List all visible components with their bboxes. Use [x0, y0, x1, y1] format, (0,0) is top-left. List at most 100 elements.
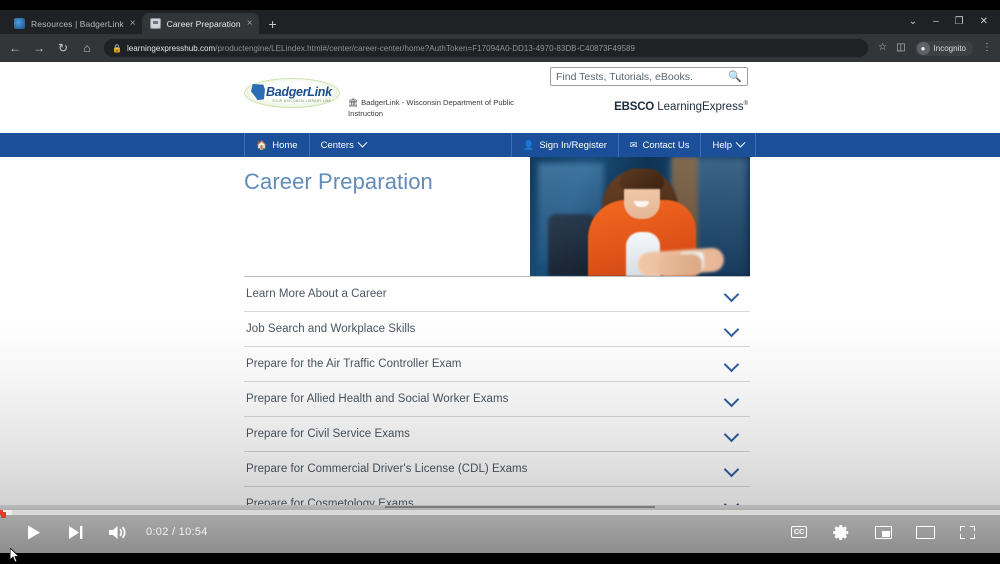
gear-icon [832, 524, 848, 540]
player-left-controls: 0:02 / 10:54 [12, 519, 208, 545]
new-tab-button[interactable]: + [265, 17, 281, 31]
theater-mode-button[interactable] [904, 519, 946, 545]
video-scrubber-handle[interactable] [1, 512, 6, 518]
volume-icon [108, 525, 125, 539]
nav-item-centers[interactable]: Centers [308, 133, 377, 157]
window-controls: ⌄ – ❐ ✕ [909, 10, 1000, 34]
video-frame: Resources | BadgerLink × Career Preparat… [0, 0, 1000, 564]
ebsco-learningexpress-brand: EBSCO LearningExpress® [614, 101, 748, 113]
nav-item-home[interactable]: 🏠 Home [244, 133, 309, 157]
bookmark-star-icon[interactable]: ☆ [878, 43, 887, 53]
reload-icon[interactable]: ↻ [56, 42, 70, 54]
chevron-down-icon[interactable] [725, 357, 740, 372]
theater-mode-icon [915, 525, 935, 539]
browser-tab-strip: Resources | BadgerLink × Career Preparat… [0, 10, 1000, 34]
address-bar-url: learningexpresshub.com/productengine/LEL… [127, 44, 635, 53]
affiliate-label: BadgerLink - Wisconsin Department of Pub… [348, 98, 514, 118]
cc-icon: CC [790, 525, 808, 539]
accordion-label: Prepare for Commercial Driver's License … [246, 463, 528, 475]
accordion-label: Prepare for the Air Traffic Controller E… [246, 358, 462, 370]
accordion-label: Job Search and Workplace Skills [246, 323, 416, 335]
accordion-item-job-search-and-workplace-skills[interactable]: Job Search and Workplace Skills [244, 311, 750, 346]
mouse-cursor [9, 546, 21, 564]
chevron-down-icon[interactable] [725, 287, 740, 302]
home-icon: 🏠 [256, 139, 268, 150]
nav-item-label: Centers [320, 139, 354, 151]
browser-toolbar: ← → ↻ ⌂ 🔒 learningexpresshub.com/product… [0, 34, 1000, 62]
chevron-down-icon[interactable] [725, 427, 740, 442]
site-header: BadgerLink YOUR WISCONSIN LIBRARY LINK 🏛… [0, 62, 1000, 133]
miniplayer-button[interactable] [862, 519, 904, 545]
search-placeholder: Find Tests, Tutorials, eBooks. [556, 70, 693, 83]
hero-person-hair-front [620, 169, 664, 189]
institution-icon: 🏛 [348, 98, 359, 107]
url-path: /productengine/LELindex.html#/center/car… [215, 43, 636, 53]
lock-icon: 🔒 [112, 43, 122, 53]
video-player-controls: 0:02 / 10:54 CC [0, 505, 1000, 553]
nav-item-contact-us[interactable]: ✉ Contact Us [617, 133, 701, 157]
maximize-icon[interactable]: ❐ [955, 17, 964, 27]
back-icon[interactable]: ← [8, 42, 22, 54]
chevron-down-icon[interactable] [725, 392, 740, 407]
accordion-item-learn-more-about-a-career[interactable]: Learn More About a Career [244, 276, 750, 311]
avatar: ● [916, 41, 930, 55]
side-panel-icon[interactable]: ◫ [896, 43, 905, 53]
next-icon [68, 525, 82, 539]
nav-item-sign-in-register[interactable]: 👤 Sign In/Register [511, 133, 618, 157]
nav-item-label: Sign In/Register [539, 139, 607, 151]
home-icon[interactable]: ⌂ [80, 42, 94, 54]
video-progress-bar[interactable] [0, 510, 1000, 518]
accordion-label: Prepare for Allied Health and Social Wor… [246, 393, 509, 405]
accordion-item-allied-health-and-social-worker-exams[interactable]: Prepare for Allied Health and Social Wor… [244, 381, 750, 416]
logo-text: BadgerLink [266, 85, 332, 99]
play-button[interactable] [12, 519, 54, 545]
tab-close-icon[interactable]: × [247, 18, 253, 29]
badgerlink-logo[interactable]: BadgerLink YOUR WISCONSIN LIBRARY LINK [244, 78, 340, 108]
forward-icon[interactable]: → [32, 42, 46, 54]
play-icon [27, 525, 40, 539]
brand-learningexpress: LearningExpress [657, 101, 744, 113]
accordion-item-cdl-exams[interactable]: Prepare for Commercial Driver's License … [244, 451, 750, 486]
browser-menu-icon[interactable]: ⋮ [982, 43, 992, 53]
nav-item-label: Contact Us [642, 139, 690, 151]
toolbar-right-group: ☆ ◫ ● Incognito ⋮ [878, 40, 992, 56]
close-window-icon[interactable]: ✕ [980, 17, 988, 27]
brand-ebsco: EBSCO [614, 101, 655, 113]
chevron-down-icon[interactable] [725, 462, 740, 477]
browser-tab-resources-badgerlink[interactable]: Resources | BadgerLink × [6, 13, 142, 34]
hero-handshake [658, 254, 702, 276]
address-bar[interactable]: 🔒 learningexpresshub.com/productengine/L… [104, 39, 869, 57]
accordion-item-civil-service-exams[interactable]: Prepare for Civil Service Exams [244, 416, 750, 451]
chevron-down-icon [735, 137, 746, 148]
registered-mark: ® [743, 101, 748, 108]
settings-button[interactable] [820, 519, 862, 545]
tab-close-icon[interactable]: × [130, 18, 136, 29]
affiliate-text: 🏛 BadgerLink - Wisconsin Department of Pu… [348, 98, 548, 119]
page-title: Career Preparation [244, 169, 433, 194]
accordion-item-air-traffic-controller-exam[interactable]: Prepare for the Air Traffic Controller E… [244, 346, 750, 381]
fullscreen-button[interactable] [946, 519, 988, 545]
search-input[interactable]: Find Tests, Tutorials, eBooks. 🔍 [550, 67, 748, 86]
url-domain: learningexpresshub.com [126, 43, 216, 53]
captions-button[interactable]: CC [778, 519, 820, 545]
nav-item-label: Home [272, 139, 298, 151]
tab-title: Resources | BadgerLink [31, 18, 124, 29]
tab-title: Career Preparation [166, 18, 241, 29]
chevron-down-icon[interactable] [725, 322, 740, 337]
minimize-icon[interactable]: – [933, 17, 939, 27]
site-navigation-bar: 🏠 Home Centers 👤 Sign In/Register ✉ Cont… [0, 133, 1000, 157]
hero-section: Career Preparation [0, 157, 1000, 276]
browser-tab-career-preparation[interactable]: Career Preparation × [141, 13, 259, 34]
search-icon[interactable]: 🔍 [728, 70, 742, 83]
chevron-down-icon[interactable]: ⌄ [909, 17, 917, 27]
nav-item-help[interactable]: Help [700, 133, 756, 157]
incognito-indicator[interactable]: ● Incognito [914, 40, 973, 56]
video-hover-preview-line [385, 506, 655, 508]
nav-item-label: Help [712, 139, 732, 151]
accordion-label: Learn More About a Career [246, 288, 387, 300]
volume-button[interactable] [96, 519, 138, 545]
player-right-controls: CC [778, 519, 988, 545]
hero-image [530, 157, 750, 276]
next-video-button[interactable] [54, 519, 96, 545]
